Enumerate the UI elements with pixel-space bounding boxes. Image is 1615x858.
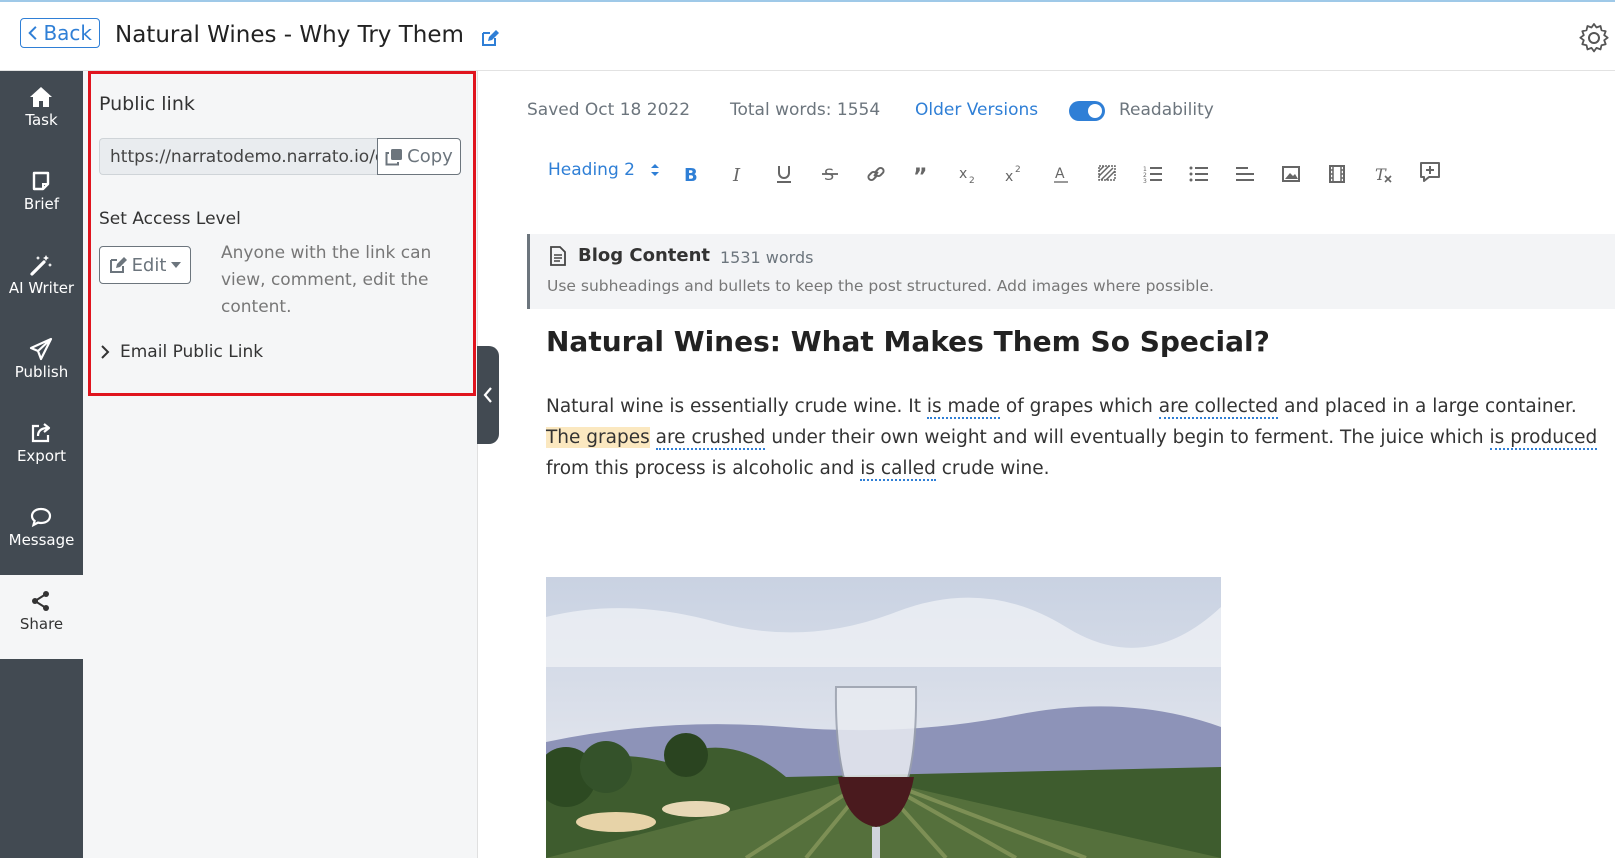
readability-toggle[interactable] xyxy=(1069,101,1105,121)
edit-title-icon[interactable] xyxy=(480,28,500,48)
sort-arrows-icon xyxy=(651,164,660,176)
home-icon xyxy=(30,87,52,107)
ordered-list-icon[interactable]: 123 xyxy=(1143,164,1163,184)
text-run: and placed in a large container. xyxy=(1278,396,1577,417)
content-block-word-count: 1531 words xyxy=(720,248,814,267)
link-icon[interactable] xyxy=(866,164,886,184)
nav-brief[interactable]: Brief xyxy=(0,155,83,239)
svg-text:2: 2 xyxy=(969,176,975,184)
text-run: crude wine. xyxy=(935,458,1050,479)
svg-text:3: 3 xyxy=(1143,178,1147,184)
chevron-left-icon xyxy=(483,387,492,403)
strikethrough-icon[interactable]: S xyxy=(820,164,840,184)
nav-task[interactable]: Task xyxy=(0,71,83,155)
content-block-header: Blog Content 1531 words Use subheadings … xyxy=(527,234,1615,309)
paper-plane-icon xyxy=(29,337,53,361)
nav-export[interactable]: Export xyxy=(0,407,83,491)
total-words: Total words: 1554 xyxy=(730,100,881,120)
align-icon[interactable] xyxy=(1235,164,1255,184)
page-title: Natural Wines - Why Try Them xyxy=(115,22,464,48)
text-run: of grapes which xyxy=(1000,396,1159,417)
chat-bubble-icon xyxy=(30,507,52,528)
svg-text:B: B xyxy=(684,165,698,184)
image-icon[interactable] xyxy=(1281,164,1301,184)
quote-icon[interactable]: ” xyxy=(912,164,932,184)
hard-to-read-highlight[interactable]: The grapes xyxy=(546,427,650,448)
magic-wand-icon xyxy=(30,255,52,276)
bold-icon[interactable]: B xyxy=(681,164,701,184)
text-color-icon[interactable]: A xyxy=(1051,164,1071,184)
superscript-icon[interactable]: x2 xyxy=(1004,164,1024,184)
nav-publish[interactable]: Publish xyxy=(0,323,83,407)
nav-ai-writer[interactable]: AI Writer xyxy=(0,239,83,323)
nav-export-label: Export xyxy=(16,447,67,465)
passive-voice-marker[interactable]: are crushed xyxy=(655,427,766,450)
clear-format-icon[interactable]: T xyxy=(1373,164,1393,184)
passive-voice-marker[interactable]: is produced xyxy=(1489,427,1598,450)
nav-ai-writer-label: AI Writer xyxy=(8,279,75,297)
nav-brief-label: Brief xyxy=(23,195,60,213)
passive-voice-marker[interactable]: is called xyxy=(860,458,936,481)
article-image-wine-glass[interactable] xyxy=(546,577,1221,858)
brief-icon xyxy=(32,171,50,191)
nav-message-label: Message xyxy=(8,531,75,549)
nav-publish-label: Publish xyxy=(14,363,69,381)
readability-label: Readability xyxy=(1119,100,1214,120)
passive-voice-marker[interactable]: is made xyxy=(926,396,1001,419)
svg-text:I: I xyxy=(732,165,741,184)
text-run: under their own weight and will eventual… xyxy=(765,427,1490,448)
svg-text:x: x xyxy=(959,166,967,182)
video-icon[interactable] xyxy=(1327,164,1347,184)
underline-icon[interactable] xyxy=(774,164,794,184)
share-settings-highlight xyxy=(88,71,476,396)
heading-select-value: Heading 2 xyxy=(548,160,635,180)
passive-voice-marker[interactable]: are collected xyxy=(1158,396,1279,419)
settings-gear-icon[interactable] xyxy=(1578,22,1610,54)
page-header: Back Natural Wines - Why Try Them xyxy=(0,2,1615,71)
back-button[interactable]: Back xyxy=(20,18,100,48)
article-body[interactable]: Natural wine is essentially crude wine. … xyxy=(546,391,1615,484)
highlight-icon[interactable] xyxy=(1097,164,1117,184)
share-icon xyxy=(32,591,49,611)
collapse-panel-tab[interactable] xyxy=(477,346,499,444)
text-run: from this process is alcoholic and xyxy=(546,458,861,479)
add-comment-icon[interactable] xyxy=(1418,160,1442,184)
export-icon xyxy=(31,423,51,443)
bullet-list-icon[interactable] xyxy=(1189,164,1209,184)
svg-text:2: 2 xyxy=(1015,165,1021,175)
svg-text:A: A xyxy=(1055,166,1065,182)
left-nav-sidebar: Task Brief AI Writer Publish Export Mess… xyxy=(0,71,83,858)
heading-select[interactable]: Heading 2 xyxy=(548,160,660,180)
svg-text:”: ” xyxy=(913,165,927,184)
back-label: Back xyxy=(43,21,92,45)
article-heading: Natural Wines: What Makes Them So Specia… xyxy=(546,325,1270,358)
subscript-icon[interactable]: x2 xyxy=(958,164,978,184)
chevron-left-icon xyxy=(28,26,37,40)
text-run xyxy=(650,427,656,448)
document-icon xyxy=(550,246,566,266)
nav-message[interactable]: Message xyxy=(0,491,83,575)
content-block-title: Blog Content xyxy=(578,245,711,266)
saved-status: Saved Oct 18 2022 xyxy=(527,100,691,120)
older-versions-link[interactable]: Older Versions xyxy=(915,100,1038,120)
article-paragraph: Natural wine is essentially crude wine. … xyxy=(546,391,1615,484)
italic-icon[interactable]: I xyxy=(728,164,748,184)
nav-task-label: Task xyxy=(25,111,58,129)
nav-share[interactable]: Share xyxy=(0,575,83,659)
text-run: Natural wine is essentially crude wine. … xyxy=(546,396,927,417)
svg-text:x: x xyxy=(1005,169,1013,184)
nav-share-label: Share xyxy=(19,615,64,633)
content-block-hint: Use subheadings and bullets to keep the … xyxy=(547,277,1214,295)
